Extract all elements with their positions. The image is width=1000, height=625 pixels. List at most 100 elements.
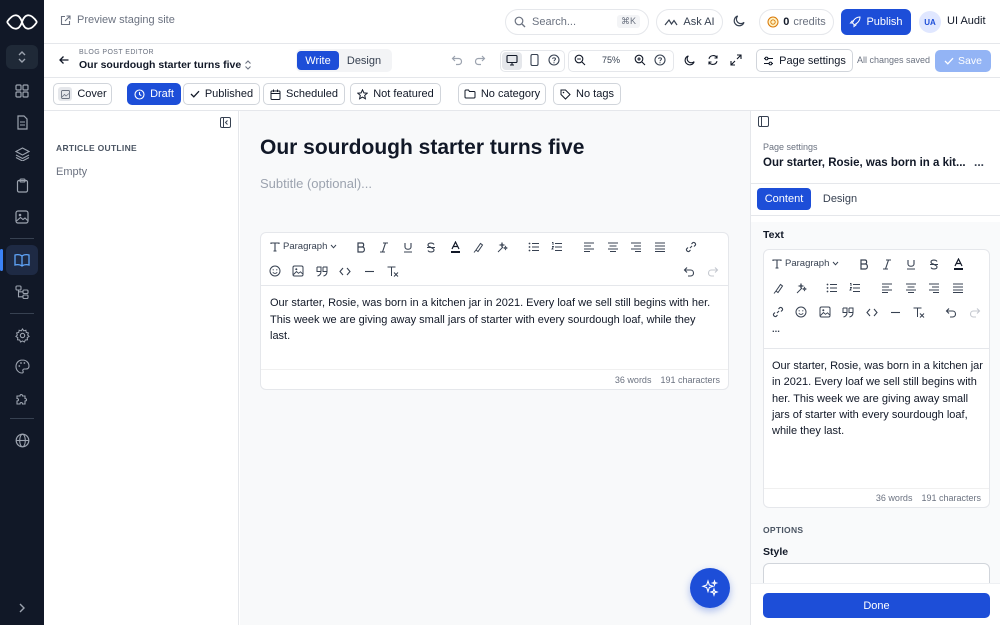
tags-button[interactable]: No tags [553, 83, 621, 105]
collapse-panel-icon[interactable] [220, 117, 231, 128]
bold-icon[interactable] [353, 239, 369, 255]
underline-icon[interactable] [903, 256, 919, 272]
mobile-icon[interactable] [530, 54, 539, 66]
expand-icon[interactable] [6, 593, 38, 623]
text-color-icon[interactable] [447, 239, 463, 255]
link-icon[interactable] [683, 239, 699, 255]
editor-body[interactable]: Our starter, Rosie, was born in a kitche… [270, 295, 716, 345]
puzzle-icon[interactable] [6, 383, 38, 413]
user-name[interactable]: UI Audit [947, 15, 986, 27]
panel-redo-icon[interactable] [967, 304, 983, 320]
strikethrough-icon[interactable] [423, 239, 439, 255]
quote-icon[interactable] [840, 304, 856, 320]
done-button[interactable]: Done [763, 593, 990, 618]
fullscreen-icon[interactable] [730, 54, 742, 66]
scheduled-status-button[interactable]: Scheduled [263, 83, 345, 105]
align-left-icon[interactable] [581, 239, 597, 255]
panel-text-body[interactable]: Our starter, Rosie, was born in a kitche… [772, 358, 984, 439]
back-arrow-icon[interactable] [58, 54, 70, 66]
clipboard-icon[interactable] [6, 170, 38, 200]
code-icon[interactable] [337, 263, 353, 279]
tab-design[interactable]: Design [815, 188, 865, 210]
subtitle-input[interactable]: Subtitle (optional)... [260, 176, 372, 191]
sitemap-icon[interactable] [6, 277, 38, 307]
dashboard-icon[interactable] [6, 76, 38, 106]
publish-button[interactable]: Publish [841, 9, 911, 35]
clear-format-icon[interactable] [494, 239, 510, 255]
insert-image-icon[interactable] [817, 304, 833, 320]
clear-formatting-icon[interactable] [911, 304, 927, 320]
redo-icon[interactable] [474, 54, 486, 66]
link-icon[interactable] [770, 304, 786, 320]
strikethrough-icon[interactable] [926, 256, 942, 272]
code-icon[interactable] [864, 304, 880, 320]
editor-redo-icon[interactable] [705, 263, 721, 279]
book-icon[interactable] [0, 245, 38, 275]
palette-icon[interactable] [6, 351, 38, 381]
post-title-switcher[interactable]: Our sourdough starter turns five [79, 59, 252, 71]
tab-design[interactable]: Design [339, 51, 389, 70]
globe-icon[interactable] [6, 425, 38, 455]
pages-icon[interactable] [6, 107, 38, 137]
document-title[interactable]: Our sourdough starter turns five [260, 136, 584, 160]
highlight-icon[interactable] [770, 280, 786, 296]
save-button[interactable]: Save [935, 50, 991, 72]
insert-image-icon[interactable] [290, 263, 306, 279]
text-color-icon[interactable] [950, 256, 966, 272]
zoom-out-icon[interactable] [574, 54, 586, 66]
emoji-icon[interactable] [793, 304, 809, 320]
image-icon[interactable] [6, 202, 38, 232]
highlight-icon[interactable] [470, 239, 486, 255]
theme-toggle-moon-icon[interactable] [733, 14, 746, 27]
tab-write[interactable]: Write [297, 51, 339, 70]
workspace-switch-icon[interactable] [6, 45, 38, 69]
more-options-icon[interactable]: ... [974, 155, 984, 169]
help-icon[interactable] [548, 54, 560, 66]
layers-icon[interactable] [6, 139, 38, 169]
clear-formatting-icon[interactable] [385, 263, 401, 279]
align-right-icon[interactable] [628, 239, 644, 255]
align-center-icon[interactable] [903, 280, 919, 296]
bullet-list-icon[interactable] [824, 280, 840, 296]
bold-icon[interactable] [856, 256, 872, 272]
align-right-icon[interactable] [926, 280, 942, 296]
panel-undo-icon[interactable] [943, 304, 959, 320]
numbered-list-icon[interactable] [847, 280, 863, 296]
numbered-list-icon[interactable] [549, 239, 565, 255]
undo-icon[interactable] [451, 54, 463, 66]
settings-icon[interactable] [6, 320, 38, 350]
align-left-icon[interactable] [879, 280, 895, 296]
horizontal-rule-icon[interactable] [361, 263, 377, 279]
align-center-icon[interactable] [605, 239, 621, 255]
dark-mode-moon-icon[interactable] [684, 54, 696, 66]
bullet-list-icon[interactable] [526, 239, 542, 255]
zoom-level[interactable]: 75% [602, 55, 620, 65]
ai-assist-button[interactable] [690, 568, 730, 608]
panel-block-type-select[interactable]: Paragraph [772, 258, 839, 269]
logo-icon[interactable] [4, 8, 40, 36]
emoji-icon[interactable] [267, 263, 283, 279]
ask-ai-button[interactable]: Ask AI [656, 9, 723, 35]
zoom-in-icon[interactable] [634, 54, 646, 66]
published-status-button[interactable]: Published [183, 83, 260, 105]
italic-icon[interactable] [879, 256, 895, 272]
clear-format-icon[interactable] [793, 280, 809, 296]
align-justify-icon[interactable] [950, 280, 966, 296]
featured-toggle-button[interactable]: Not featured [350, 83, 441, 105]
quote-icon[interactable] [314, 263, 330, 279]
editor-undo-icon[interactable] [681, 263, 697, 279]
search-input[interactable]: Search... ⌘K [505, 9, 649, 35]
horizontal-rule-icon[interactable] [887, 304, 903, 320]
more-tools-icon[interactable]: ... [772, 324, 780, 335]
cover-button[interactable]: Cover [53, 83, 112, 105]
align-justify-icon[interactable] [652, 239, 668, 255]
credits-badge[interactable]: 0 credits [759, 9, 834, 35]
italic-icon[interactable] [376, 239, 392, 255]
tab-content[interactable]: Content [757, 188, 811, 210]
underline-icon[interactable] [400, 239, 416, 255]
block-type-select[interactable]: Paragraph [270, 241, 337, 252]
preview-staging-link[interactable]: Preview staging site [60, 14, 175, 26]
desktop-icon[interactable] [506, 54, 518, 66]
refresh-icon[interactable] [707, 54, 719, 66]
avatar[interactable]: UA [919, 11, 941, 33]
